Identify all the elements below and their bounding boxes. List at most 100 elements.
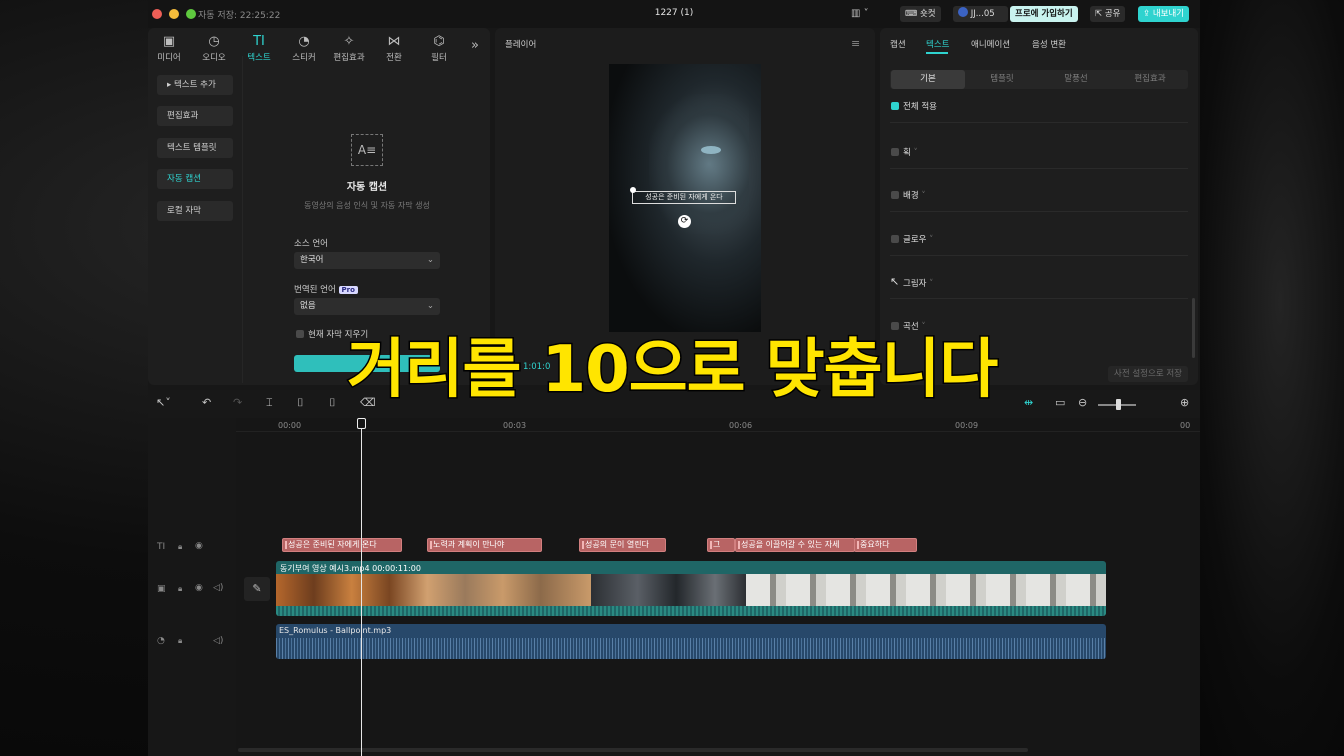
text-clip[interactable]: 그 [707, 538, 735, 552]
playhead[interactable] [361, 418, 362, 756]
export-button[interactable]: ⇪ 내보내기 [1138, 6, 1190, 22]
sidebar-item-effects[interactable]: 편집효과 [157, 106, 233, 126]
timeline: TI 🔒︎ ◉ ▣ 🔒︎ ◉ ◁) ✎ ◔ 🔒︎ ◁) 00:00 00:03 … [148, 418, 1200, 756]
video-preview[interactable]: 성공은 준비된 자에게 온다 ⟳ [609, 64, 761, 332]
text-clip[interactable]: 성공을 이끌어갈 수 있는 자세 [735, 538, 855, 552]
glow-label: 글로우 ˅ [903, 233, 933, 245]
video-thumbnail-strip [746, 574, 1106, 606]
subtab-template[interactable]: 템플릿 [965, 70, 1039, 89]
title-bar: 자동 저장: 22:25:22 1227 (1) ▥ ˅ ⌨ 숏컷 JJ...0… [148, 0, 1200, 28]
chevron-down-icon: ⌄ [426, 301, 434, 311]
subtab-bubble[interactable]: 말풍선 [1039, 70, 1113, 89]
more-tabs-icon[interactable]: » [471, 38, 479, 53]
resize-handle[interactable] [630, 187, 636, 193]
text-clip[interactable]: 성공의 문이 열린다 [579, 538, 666, 552]
video-thumbnail-strip [591, 574, 746, 606]
volume-icon[interactable]: ◁) [213, 583, 223, 593]
video-track-icon: ▣ [157, 584, 166, 594]
eye-icon[interactable]: ◉ [195, 583, 203, 593]
avatar [958, 7, 968, 17]
divider [890, 255, 1188, 256]
option-text: 배경 [903, 191, 919, 201]
source-language-select[interactable]: 한국어 ⌄ [294, 252, 440, 269]
tab-caption[interactable]: 캡션 [890, 38, 906, 50]
sidebar-item-add-text[interactable]: ▸ 텍스트 추가 [157, 75, 233, 95]
tab-label: 편집효과 [333, 53, 365, 63]
translated-language-select[interactable]: 없음 ⌄ [294, 298, 440, 315]
curve-checkbox[interactable] [891, 322, 899, 330]
playhead-handle[interactable] [357, 418, 366, 429]
export-icon: ⇪ [1143, 9, 1153, 19]
tab-filter[interactable]: ⌬ 필터 [419, 34, 459, 63]
tab-animation[interactable]: 애니메이션 [971, 38, 1010, 50]
rotate-icon[interactable]: ⟳ [678, 215, 691, 228]
apply-all-checkbox[interactable] [891, 102, 899, 110]
option-text: 글로우 [903, 235, 927, 245]
option-text: 그림자 [903, 279, 927, 289]
keyboard-icon: ⌨ [905, 9, 920, 19]
track-headers: TI 🔒︎ ◉ ▣ 🔒︎ ◉ ◁) ✎ ◔ 🔒︎ ◁) [148, 418, 270, 756]
volume-icon[interactable]: ◁) [213, 636, 223, 646]
tab-text[interactable]: TI 텍스트 [239, 34, 279, 63]
lock-icon[interactable]: 🔒︎ [178, 584, 182, 594]
glow-checkbox[interactable] [891, 235, 899, 243]
tab-transition[interactable]: ⋈ 전환 [374, 34, 414, 63]
tab-label: 텍스트 [247, 53, 271, 63]
text-clip[interactable]: 노력과 계획이 만나야 [427, 538, 542, 552]
sidebar-item-text-template[interactable]: 텍스트 템플릿 [157, 138, 233, 158]
text-clip[interactable]: 성공은 준비된 자에게 온다 [282, 538, 402, 552]
share-icon: ⇱ [1095, 9, 1105, 19]
chevron-down-icon: ˅ [929, 279, 934, 289]
text-icon: TI [253, 34, 265, 49]
menu-icon[interactable]: ≡ [851, 37, 860, 50]
background-checkbox[interactable] [891, 191, 899, 199]
effects-icon: ✧ [343, 34, 355, 49]
subtitle-text-box[interactable]: 성공은 준비된 자에게 온다 [632, 191, 736, 204]
lock-icon[interactable]: 🔒︎ [178, 542, 182, 552]
stroke-checkbox[interactable] [891, 148, 899, 156]
ruler-tick: 00 [1180, 421, 1191, 430]
subtab-effects[interactable]: 편집효과 [1113, 70, 1187, 89]
pro-signup-button[interactable]: 프로에 가입하기 [1010, 6, 1078, 22]
timeline-scrollbar[interactable] [238, 748, 1028, 752]
tab-audio[interactable]: ◷ 오디오 [194, 34, 234, 63]
video-clip[interactable]: 동기부여 영상 예시3.mp4 00:00:11:00 [276, 561, 1106, 616]
translated-language-label: 번역된 언어 Pro [294, 283, 358, 295]
eye-icon[interactable]: ◉ [195, 541, 203, 551]
video-thumbnail-strip [276, 574, 591, 606]
audio-icon: ◷ [208, 34, 220, 49]
subtab-basic[interactable]: 기본 [891, 70, 965, 89]
time-ruler[interactable] [236, 418, 1200, 432]
edit-cover-icon[interactable]: ✎ [244, 577, 270, 601]
user-button[interactable]: JJ...05 [953, 6, 1008, 22]
video-waveform [276, 606, 1106, 616]
chevron-down-icon: ⌄ [426, 255, 434, 265]
shortcut-button[interactable]: ⌨ 숏컷 [900, 6, 941, 22]
tiger-image [649, 94, 749, 234]
source-language-value: 한국어 [300, 255, 324, 265]
text-clip[interactable]: 중요하다 [854, 538, 917, 552]
layout-icon[interactable]: ▥ ˅ [851, 8, 869, 19]
divider [890, 211, 1188, 212]
overlay-caption: 거리를 10으로 맞춥니다 [345, 332, 1000, 409]
share-button[interactable]: ⇱ 공유 [1090, 6, 1126, 22]
ruler-tick: 00:09 [955, 421, 979, 430]
tiger-eye [701, 146, 721, 154]
tab-sticker[interactable]: ◔ 스티커 [284, 34, 324, 63]
audio-waveform [276, 638, 1106, 659]
source-language-label: 소스 언어 [294, 239, 328, 249]
background-label: 배경 ˅ [903, 189, 926, 201]
audio-clip[interactable]: ES_Romulus - Ballpoint.mp3 [276, 624, 1106, 659]
divider [890, 298, 1188, 299]
divider [890, 122, 1188, 123]
lock-icon[interactable]: 🔒︎ [178, 636, 182, 646]
tab-media[interactable]: ▣ 미디어 [149, 34, 189, 63]
share-label: 공유 [1104, 9, 1121, 19]
player-title: 플레이어 [505, 40, 537, 50]
tab-text-settings[interactable]: 텍스트 [926, 38, 949, 50]
filter-icon: ⌬ [433, 34, 445, 49]
shadow-label[interactable]: 그림자 ˅ [903, 277, 933, 289]
tab-effects[interactable]: ✧ 편집효과 [329, 34, 369, 63]
tab-voice-change[interactable]: 음성 변환 [1032, 38, 1066, 50]
tab-label: 스티커 [292, 53, 316, 63]
